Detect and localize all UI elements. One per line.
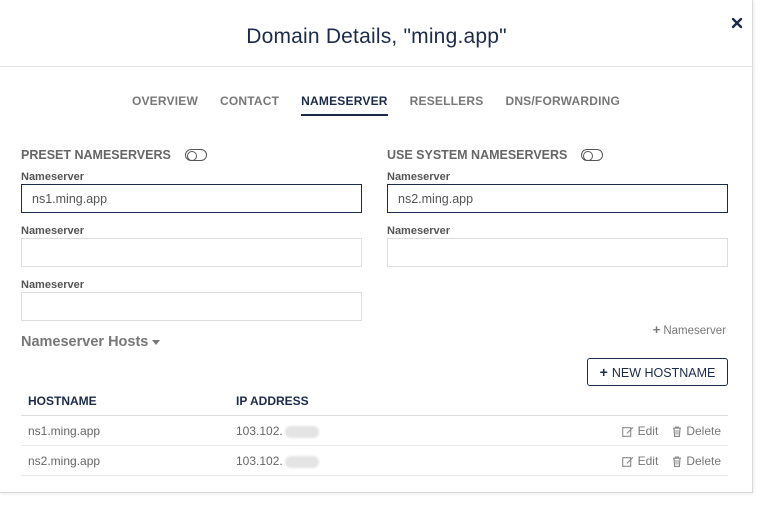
plus-icon: + (599, 364, 608, 380)
add-nameserver-label: Nameserver (663, 325, 726, 337)
edit-label: Edit (637, 424, 659, 438)
nameserver-3-input[interactable] (21, 238, 362, 267)
caret-down-icon (152, 339, 161, 345)
system-nameservers-label: USE SYSTEM NAMESERVERS (387, 148, 568, 162)
tab-resellers[interactable]: RESELLERS (410, 94, 484, 116)
edit-icon (621, 426, 633, 437)
hostname-cell: ns2.ming.app (28, 454, 101, 468)
tab-contact[interactable]: CONTACT (220, 94, 279, 116)
domain-details-modal: Domain Details, "ming.app" OVERVIEW CONT… (0, 0, 753, 493)
row-actions: Edit Delete (621, 454, 721, 468)
preset-nameservers-label: PRESET NAMESERVERS (21, 148, 171, 162)
delete-button[interactable]: Delete (672, 454, 721, 468)
edit-icon (621, 456, 633, 467)
delete-label: Delete (686, 424, 721, 438)
ip-address-cell: 103.102. (236, 454, 319, 468)
add-nameserver-link[interactable]: + Nameserver (653, 322, 726, 337)
nameserver-2-input[interactable] (387, 184, 728, 213)
table-row: ns2.ming.app 103.102. Edit Delete (21, 446, 728, 476)
tab-dns-forwarding[interactable]: DNS/FORWARDING (505, 94, 620, 116)
delete-label: Delete (686, 454, 721, 468)
edit-label: Edit (637, 454, 659, 468)
ip-address-text: 103.102. (236, 454, 283, 468)
new-hostname-label: NEW HOSTNAME (611, 366, 716, 380)
nameserver-4-input[interactable] (387, 238, 728, 267)
table-row: ns1.ming.app 103.102. Edit Delete (21, 416, 728, 446)
nameserver-1-input[interactable] (21, 184, 362, 213)
column-hostname: HOSTNAME (28, 394, 97, 408)
tab-overview[interactable]: OVERVIEW (132, 94, 198, 116)
tab-nameserver[interactable]: NAMESERVER (301, 94, 388, 116)
plus-icon: + (652, 322, 661, 337)
new-hostname-button[interactable]: + NEW HOSTNAME (587, 358, 728, 386)
preset-nameservers-header: PRESET NAMESERVERS (21, 148, 207, 162)
edit-button[interactable]: Edit (621, 454, 659, 468)
modal-header: Domain Details, "ming.app" (0, 0, 753, 67)
hostname-cell: ns1.ming.app (28, 424, 101, 438)
column-ip-address: IP ADDRESS (236, 394, 309, 408)
nameserver-5-label: Nameserver (21, 279, 84, 291)
trash-icon (673, 455, 682, 467)
nameserver-hosts-dropdown[interactable]: Nameserver Hosts (21, 334, 161, 350)
system-nameservers-toggle[interactable] (581, 149, 604, 161)
system-nameservers-header: USE SYSTEM NAMESERVERS (387, 148, 604, 162)
table-header-row: HOSTNAME IP ADDRESS (21, 386, 728, 416)
delete-button[interactable]: Delete (672, 424, 721, 438)
redacted-blur (284, 455, 319, 468)
nameserver-1-label: Nameserver (21, 171, 84, 183)
ip-address-text: 103.102. (236, 424, 283, 438)
modal-title: Domain Details, "ming.app" (246, 25, 507, 48)
redacted-blur (284, 425, 319, 438)
close-icon[interactable] (730, 16, 744, 30)
edit-button[interactable]: Edit (621, 424, 659, 438)
row-actions: Edit Delete (621, 424, 721, 438)
tab-bar: OVERVIEW CONTACT NAMESERVER RESELLERS DN… (0, 94, 752, 116)
preset-nameservers-toggle[interactable] (184, 149, 207, 161)
nameserver-hosts-title: Nameserver Hosts (21, 334, 149, 350)
nameserver-2-label: Nameserver (387, 171, 450, 183)
nameserver-4-label: Nameserver (387, 225, 450, 237)
ip-address-cell: 103.102. (236, 424, 319, 438)
nameserver-hosts-table: HOSTNAME IP ADDRESS ns1.ming.app 103.102… (21, 386, 728, 476)
nameserver-5-input[interactable] (21, 292, 362, 321)
trash-icon (673, 425, 682, 437)
nameserver-3-label: Nameserver (21, 225, 84, 237)
